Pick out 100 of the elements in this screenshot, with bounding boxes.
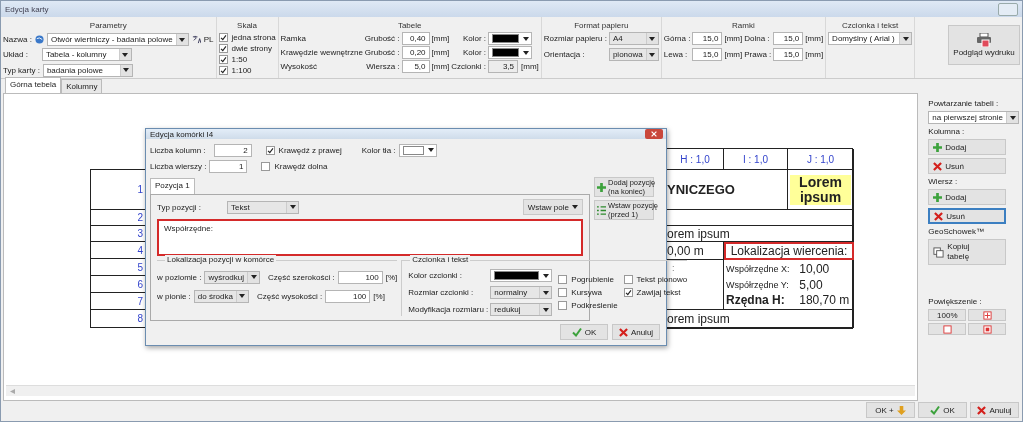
readonly-field: 3,5 (488, 60, 518, 73)
checkbox-label: Kursywa (571, 288, 602, 297)
column-header: I : 1,0 (724, 149, 788, 170)
field-label: [mm] (724, 50, 743, 59)
ok-plus-button[interactable]: OK + (866, 402, 915, 418)
checkbox-label: 1:100 (231, 65, 252, 75)
coordinate-value: 180,70 m (799, 293, 851, 308)
input-field[interactable]: 0,20 (401, 46, 430, 59)
panel-label: Kolumna : (928, 127, 966, 136)
checkbox-label: Podkreślenie (571, 301, 618, 310)
field-label: Kolor tła : (361, 145, 396, 155)
dropdown[interactable]: normalny (490, 286, 553, 299)
window-title: Edycja karty (5, 4, 49, 14)
field-label: Rozmiar papieru : (543, 34, 607, 43)
field-label: Kolor : (461, 34, 486, 43)
checkbox-label: Krawędź dolna (274, 161, 328, 171)
field-label: Wysokość (280, 62, 318, 71)
dropdown[interactable]: redukuj (490, 303, 553, 316)
field-label: Modyfikacja rozmiaru : (408, 305, 489, 314)
dropdown[interactable]: badania polowe (42, 63, 133, 77)
panel-label: Powtarzanie tabeli : (928, 99, 1000, 108)
table-cell: orem ipsum (667, 310, 854, 328)
add-button[interactable]: Dodaj (928, 189, 1007, 205)
print-preview-button[interactable]: Podgląd wydruku (948, 25, 1020, 65)
table-cell[interactable]: Lokalizacja wiercenia: (724, 242, 854, 260)
field-label: [mm] (431, 34, 450, 43)
input-field[interactable]: 1 (209, 159, 248, 173)
coordinate-value: 10,00 (799, 261, 831, 276)
column-header: J : 1,0 (788, 149, 854, 170)
field-label: Orientacja : (543, 50, 586, 59)
input-field[interactable]: 100 (325, 289, 371, 303)
dialog-title: Edycja komórki I4 (150, 129, 214, 139)
checkbox-label: jedna strona (231, 32, 276, 42)
dropdown[interactable]: pionowa (608, 48, 659, 61)
table-cell: orem ipsum (667, 226, 854, 242)
checkbox-label: dwie strony (231, 43, 272, 53)
text-area[interactable]: Współrzędne: (157, 219, 583, 256)
coordinate-label: Rzędna H: (726, 293, 786, 308)
field-label: Grubość : (364, 34, 400, 43)
input-field[interactable]: 5,0 (401, 60, 430, 73)
field-label: Nazwa : (3, 35, 32, 45)
highlighted-text: Lorem ipsum (790, 174, 851, 205)
copy-table-button[interactable]: Kopiuj tabelę (928, 239, 1007, 265)
checkbox-label: Krawędź z prawej (278, 145, 342, 155)
ok-button[interactable]: OK (560, 324, 608, 340)
field-label: w pionie : (157, 291, 191, 301)
checkbox-label: 1:50 (231, 54, 248, 64)
cancel-button[interactable]: Anuluj (612, 324, 660, 340)
coordinate-value: 5,00 (799, 277, 824, 292)
field-label: Typ pozycji : (157, 202, 201, 212)
panel-label: Powiększenie : (928, 297, 983, 306)
field-label: PL (203, 35, 214, 45)
panel-label: Wiersz : (928, 177, 959, 186)
remove-button[interactable]: Usuń (928, 208, 1007, 224)
field-label: Kolor czcionki : (408, 271, 464, 280)
input-field[interactable]: 0,40 (401, 32, 430, 45)
ok-button[interactable]: OK (918, 402, 967, 418)
field-label: [mm] (724, 34, 743, 43)
field-label: Liczba wierszy : (150, 161, 207, 171)
field-label: w poziomie : (157, 272, 202, 282)
field-label: Krawędzie wewnętrzne (280, 48, 363, 57)
tab[interactable]: Kolumny (61, 79, 103, 93)
remove-button[interactable]: Usuń (928, 158, 1007, 174)
dropdown[interactable]: do środka (193, 289, 249, 303)
input-field[interactable]: 15,0 (773, 32, 804, 45)
dropdown[interactable]: Tekst (227, 200, 299, 214)
group-title: Parametry (88, 20, 128, 32)
field-label: Część wysokości : (256, 291, 323, 301)
dropdown[interactable]: Otwór wiertniczy - badania polowe (46, 33, 189, 47)
add-button[interactable]: Dodaj (928, 139, 1007, 155)
field-label: Prawa : (744, 50, 772, 59)
group-title: Ramki (731, 20, 756, 32)
field-label: Liczba kolumn : (150, 145, 206, 155)
field-label: [mm] (805, 50, 824, 59)
panel-label: GeoSchowek™ (928, 227, 985, 236)
dropdown[interactable]: A4 (608, 32, 659, 45)
group-title: Format papieru (573, 20, 630, 32)
input-field[interactable]: 15,0 (692, 32, 723, 45)
input-field[interactable]: 15,0 (692, 48, 723, 61)
input-field[interactable]: 15,0 (773, 48, 804, 61)
group-title: Czcionka i tekst (841, 20, 900, 32)
field-label: [%] (385, 272, 398, 282)
section-title: Lokalizacja pozycji w komórce (165, 255, 277, 264)
field-label: Dolna : (744, 34, 771, 43)
cancel-button[interactable]: Anuluj (970, 402, 1019, 418)
tab[interactable]: Pozycja 1 (150, 178, 195, 194)
dropdown[interactable]: Domyślny ( Arial ) (828, 32, 913, 45)
input-field[interactable]: 100 (337, 270, 383, 284)
zoom-button[interactable]: 100% (928, 309, 967, 321)
field-label: [mm] (521, 62, 539, 71)
tab[interactable]: Górna tebela (5, 77, 62, 93)
field-label: [mm] (431, 62, 450, 71)
field-label: Kolor : (461, 48, 486, 57)
input-field[interactable]: 2 (213, 143, 252, 157)
insert-field-button[interactable]: Wstaw pole (522, 199, 583, 215)
field-label: Czcionki : (451, 62, 486, 71)
group-title: Tabele (396, 20, 423, 32)
dropdown[interactable]: wyśrodkuj (204, 270, 261, 284)
dropdown[interactable]: na pierwszej stronie (928, 111, 1019, 124)
dropdown[interactable]: Tabela - kolumny (41, 48, 132, 62)
